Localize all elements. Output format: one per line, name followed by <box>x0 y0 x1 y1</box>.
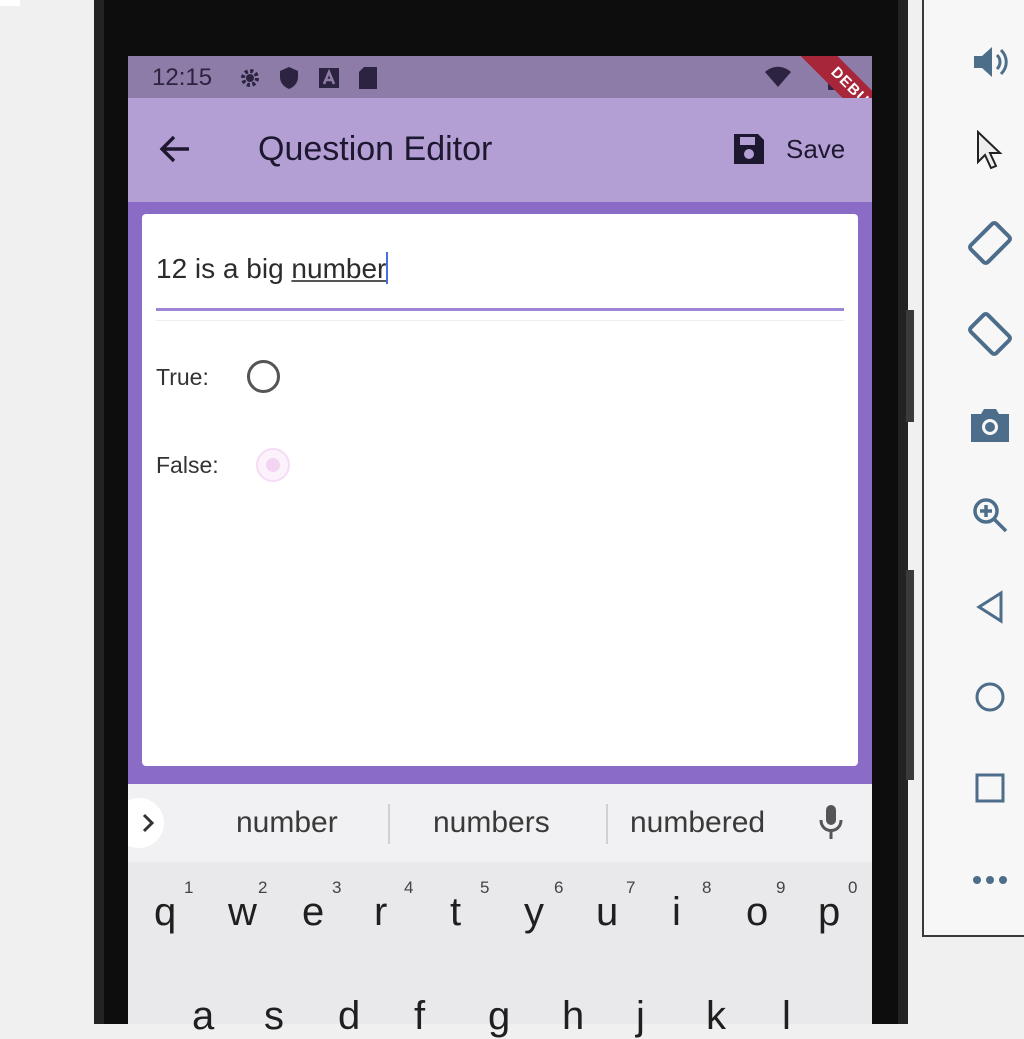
home-icon[interactable] <box>955 667 1024 727</box>
zoom-icon[interactable] <box>955 485 1024 545</box>
key-o[interactable]: o <box>746 890 768 935</box>
key-u[interactable]: u <box>596 890 618 935</box>
key-hint-4: 4 <box>404 878 414 897</box>
key-i[interactable]: i <box>672 890 681 935</box>
key-y[interactable]: y <box>524 890 544 935</box>
key-hint-9: 9 <box>776 878 786 897</box>
key-d[interactable]: d <box>338 994 360 1039</box>
camera-icon[interactable] <box>955 395 1024 455</box>
key-hint-2: 2 <box>258 878 268 897</box>
key-t[interactable]: t <box>450 890 461 935</box>
key-a[interactable]: a <box>192 994 214 1039</box>
key-w[interactable]: w <box>228 890 257 935</box>
key-hint-0: 0 <box>848 878 858 897</box>
more-icon[interactable] <box>955 850 1024 910</box>
keyboard-keys: q1 w2 e3 r4 t5 y6 u7 i 8 o9 p0 a s d f g h j k l <box>0 0 1024 1038</box>
key-e[interactable]: e <box>302 890 324 935</box>
key-g[interactable]: g <box>488 994 510 1039</box>
key-hint-6: 6 <box>554 878 564 897</box>
volume-down-icon[interactable] <box>955 120 1024 180</box>
key-s[interactable]: s <box>264 994 284 1039</box>
key-p[interactable]: p <box>818 890 840 935</box>
key-hint-7: 7 <box>626 878 636 897</box>
key-hint-3: 3 <box>332 878 342 897</box>
key-hint-8: 8 <box>702 878 712 897</box>
key-hint-1: 1 <box>184 878 194 897</box>
rotate-right-icon[interactable] <box>955 304 1024 364</box>
key-hint-5: 5 <box>480 878 490 897</box>
key-k[interactable]: k <box>706 994 726 1039</box>
key-l[interactable]: l <box>782 994 791 1039</box>
overview-icon[interactable] <box>955 758 1024 818</box>
key-f[interactable]: f <box>414 994 425 1039</box>
rotate-left-icon[interactable] <box>955 213 1024 273</box>
key-j[interactable]: j <box>636 994 645 1039</box>
key-h[interactable]: h <box>562 994 584 1039</box>
back-icon[interactable] <box>955 577 1024 637</box>
volume-up-icon[interactable] <box>955 32 1024 92</box>
key-r[interactable]: r <box>374 890 387 935</box>
key-q[interactable]: q <box>154 890 176 935</box>
